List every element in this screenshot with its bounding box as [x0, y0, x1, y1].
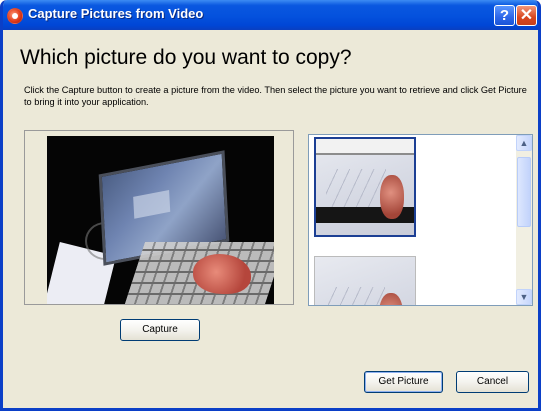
app-camera-icon — [7, 8, 23, 24]
thumbnail-paper-lines — [325, 287, 385, 305]
thumbnail-top-edge — [316, 139, 414, 155]
help-button[interactable]: ? — [494, 5, 515, 26]
capture-button-label: Capture — [142, 324, 178, 335]
arrow-down-icon[interactable]: ▼ — [516, 289, 532, 305]
instructions-text: Click the Capture button to create a pic… — [24, 85, 527, 107]
list-scrollbar[interactable]: ▲ ▼ — [516, 135, 532, 305]
thumbnail-paper-lines — [326, 169, 386, 209]
thumbnail-hand — [380, 175, 404, 219]
cancel-button-label: Cancel — [476, 376, 509, 387]
close-button[interactable]: ✕ — [516, 5, 537, 26]
captured-thumbnail[interactable] — [314, 256, 416, 305]
captured-pictures-list[interactable]: ▲ ▼ — [308, 134, 533, 306]
title-bar[interactable]: Capture Pictures from Video ? ✕ — [3, 0, 538, 30]
video-preview-panel — [24, 130, 294, 305]
scrollbar-thumb[interactable] — [517, 157, 531, 227]
capture-button[interactable]: Capture — [120, 319, 200, 341]
get-picture-button[interactable]: Get Picture — [364, 371, 443, 393]
arrow-up-icon[interactable]: ▲ — [516, 135, 532, 151]
window-title: Capture Pictures from Video — [28, 6, 204, 21]
dialog-heading: Which picture do you want to copy? — [20, 46, 352, 69]
capture-dialog-window: Capture Pictures from Video ? ✕ Which pi… — [0, 0, 541, 411]
live-video-feed — [47, 136, 274, 304]
captured-thumbnail-selected[interactable] — [314, 137, 416, 237]
video-hand-shape — [193, 254, 251, 294]
cancel-button[interactable]: Cancel — [456, 371, 529, 393]
get-picture-button-label: Get Picture — [378, 376, 429, 387]
